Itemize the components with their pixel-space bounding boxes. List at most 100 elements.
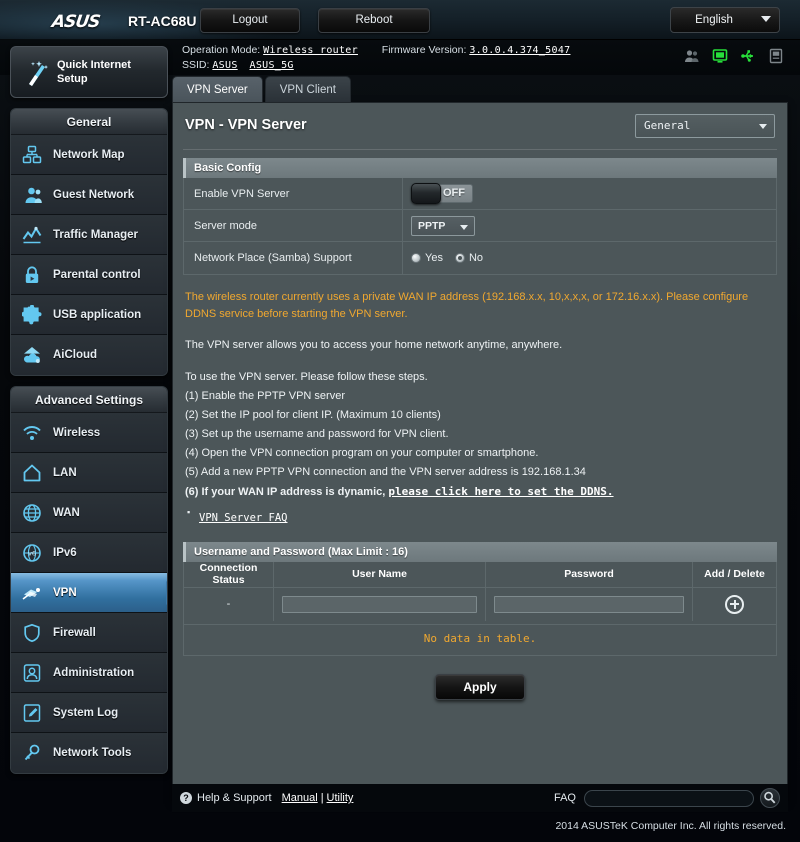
sidebar-label: LAN — [53, 466, 77, 479]
chevron-down-icon — [460, 224, 468, 230]
cell-connection-status: - — [183, 587, 274, 621]
faq-search-input[interactable] — [584, 789, 754, 807]
sidebar-item-parental-control[interactable]: Parental control — [11, 255, 167, 295]
sidebar-label: Firewall — [53, 626, 96, 639]
ssid-2g[interactable]: ASUS — [212, 60, 237, 71]
firmware-value[interactable]: 3.0.0.4.374_5047 — [469, 45, 570, 56]
faq-label: FAQ — [553, 792, 576, 804]
footer-bar: ? Help & Support Manual | Utility FAQ — [172, 784, 788, 812]
manual-link[interactable]: Manual — [282, 792, 318, 804]
row-server-mode: Server mode PPTP — [184, 210, 776, 242]
sidebar-label: System Log — [53, 706, 119, 719]
sidebar-item-aicloud[interactable]: AiCloud — [11, 335, 167, 375]
network-map-icon — [11, 145, 53, 165]
title-row: VPN - VPN Server General — [173, 103, 787, 149]
server-mode-select[interactable]: PPTP — [411, 215, 475, 236]
sidebar-item-wireless[interactable]: Wireless — [11, 413, 167, 453]
ddns-link[interactable]: please click here to set the DDNS. — [388, 485, 613, 498]
mode-select[interactable]: General — [635, 114, 775, 138]
sidebar-item-ipv6[interactable]: v6 IPv6 — [11, 533, 167, 573]
sidebar-item-traffic-manager[interactable]: Traffic Manager — [11, 215, 167, 255]
cell-username — [273, 587, 486, 621]
cell-add-delete — [693, 587, 777, 621]
utility-link[interactable]: Utility — [327, 792, 354, 804]
ssid-5g[interactable]: ASUS_5G — [250, 60, 294, 71]
sidebar-item-guest-network[interactable]: Guest Network — [11, 175, 167, 215]
general-panel: General Network Map Guest Network Traffi… — [10, 108, 168, 376]
lock-icon — [11, 265, 53, 285]
col-password: Password — [485, 562, 693, 588]
username-input[interactable] — [282, 595, 477, 613]
radio-button-selected[interactable] — [454, 253, 465, 263]
sidebar-item-vpn[interactable]: VPN — [11, 573, 167, 613]
wifi-icon — [11, 423, 53, 443]
home-icon — [11, 463, 53, 483]
table-row: - — [183, 587, 777, 621]
samba-no-option[interactable]: No — [454, 252, 484, 264]
top-bar: ASUS RT-AC68U Logout Reboot English — [0, 0, 800, 40]
footer-separator: | — [320, 792, 324, 804]
tab-vpn-client[interactable]: VPN Client — [264, 76, 351, 102]
reboot-button[interactable]: Reboot — [318, 8, 430, 33]
cell-password — [485, 587, 693, 621]
add-row-button[interactable] — [725, 594, 744, 614]
step-item: (3) Set up the username and password for… — [185, 428, 449, 440]
mode-select-value: General — [644, 119, 691, 132]
step-item: (4) Open the VPN connection program on y… — [185, 447, 539, 459]
sidebar-label: Network Map — [53, 148, 125, 161]
sidebar-item-quick-internet-setup[interactable]: Quick Internet Setup — [10, 46, 168, 98]
password-input[interactable] — [494, 595, 684, 613]
advanced-header: Advanced Settings — [11, 387, 167, 413]
globe-icon — [11, 503, 53, 523]
sidebar-item-firewall[interactable]: Firewall — [11, 613, 167, 653]
status-icon-group — [684, 48, 784, 64]
step-item: (2) Set the IP pool for client IP. (Maxi… — [185, 409, 441, 421]
steps-list: To use the VPN server. Please follow the… — [185, 368, 775, 526]
chevron-down-icon — [759, 124, 767, 129]
sidebar-item-administration[interactable]: Administration — [11, 653, 167, 693]
toggle-knob — [411, 183, 441, 204]
samba-label: Network Place (Samba) Support — [194, 252, 352, 264]
sidebar-label: Parental control — [53, 268, 141, 281]
printer-icon[interactable] — [768, 48, 784, 64]
magic-wand-icon — [29, 61, 48, 86]
sidebar-label: IPv6 — [53, 546, 77, 559]
operation-mode-value[interactable]: Wireless router — [263, 45, 358, 56]
credentials-section: Username and Password (Max Limit : 16) C… — [183, 542, 777, 656]
apply-button[interactable]: Apply — [435, 673, 525, 700]
basic-config-header: Basic Config — [183, 158, 777, 178]
radio-button[interactable] — [411, 253, 421, 263]
monitor-icon[interactable] — [712, 48, 728, 64]
guest-network-icon — [11, 185, 53, 205]
table-header-row: Connection Status User Name Password Add… — [183, 562, 777, 588]
sidebar-label: AiCloud — [53, 349, 98, 361]
samba-yes-option[interactable]: Yes — [411, 252, 443, 264]
active-pointer-icon — [166, 581, 167, 605]
samba-no-label: No — [468, 252, 484, 264]
sidebar-item-wan[interactable]: WAN — [11, 493, 167, 533]
users-icon[interactable] — [684, 48, 700, 64]
logout-button[interactable]: Logout — [200, 8, 300, 33]
usb-icon[interactable] — [740, 48, 756, 64]
language-select[interactable]: English — [670, 7, 780, 33]
col-user-name: User Name — [273, 562, 486, 588]
sidebar-item-network-tools[interactable]: Network Tools — [11, 733, 167, 773]
search-icon[interactable] — [760, 788, 780, 808]
sidebar-item-lan[interactable]: LAN — [11, 453, 167, 493]
warning-text: The wireless router currently uses a pri… — [185, 291, 749, 320]
tab-vpn-server[interactable]: VPN Server — [172, 76, 263, 102]
sidebar-item-network-map[interactable]: Network Map — [11, 135, 167, 175]
vpn-key-icon — [11, 583, 53, 603]
sidebar-item-usb-application[interactable]: USB application — [11, 295, 167, 335]
shield-icon — [11, 623, 53, 643]
asus-logo: ASUS — [50, 12, 101, 32]
vpn-server-faq-link[interactable]: VPN Server FAQ — [199, 512, 288, 524]
sidebar-item-system-log[interactable]: System Log — [11, 693, 167, 733]
operation-mode-line: Operation Mode: Wireless router Firmware… — [182, 44, 570, 56]
enable-vpn-toggle[interactable]: OFF — [411, 183, 473, 204]
chevron-down-icon — [761, 16, 771, 22]
quick-setup-label: Quick Internet Setup — [57, 59, 131, 85]
sidebar-label: Administration — [53, 666, 135, 679]
ipv6-globe-icon: v6 — [11, 543, 53, 563]
credentials-table: Connection Status User Name Password Add… — [183, 562, 777, 656]
